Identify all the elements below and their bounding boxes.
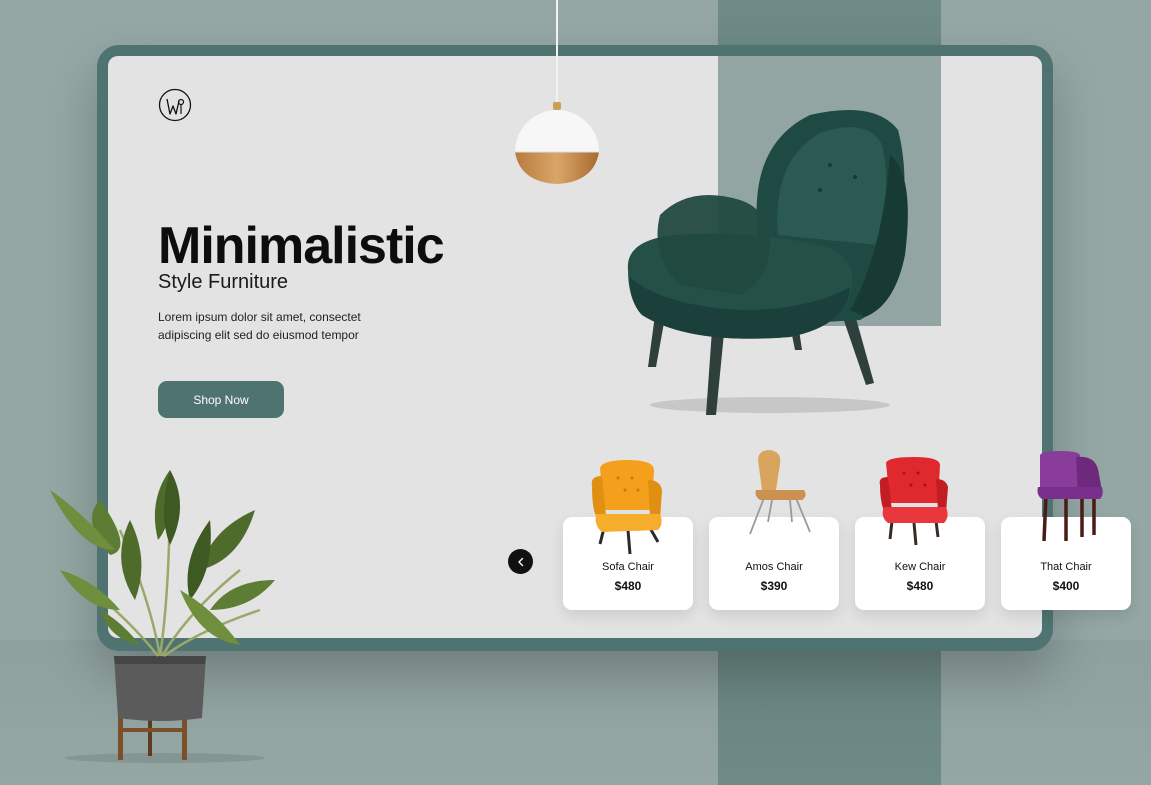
product-name: Kew Chair [894,561,946,573]
potted-plant-image [50,470,275,763]
hero-description: Lorem ipsum dolor sit amet, consectet ad… [158,310,361,342]
product-price: $480 [906,579,934,593]
product-name: Amos Chair [745,561,803,573]
hero-title: Minimalistic [158,217,445,275]
armchair-image [627,110,908,415]
product-name: Sofa Chair [602,561,654,573]
that-chair-image [1037,451,1103,542]
pendant-lamp-image [515,102,599,184]
hero-subtitle: Style Furniture [158,271,289,293]
shop-now-button[interactable]: Shop Now [158,381,284,418]
product-price: $390 [760,579,788,593]
kew-chair-image [879,457,948,546]
carousel-prev-button[interactable] [508,549,533,574]
lamp-cord [556,0,558,104]
product-price: $480 [614,579,642,593]
product-price: $400 [1052,579,1080,593]
sofa-chair-image [591,460,662,555]
brand-logo-icon[interactable] [158,88,192,122]
product-name: That Chair [1040,561,1092,573]
chevron-left-icon [517,557,523,566]
amos-chair-image [749,450,811,535]
